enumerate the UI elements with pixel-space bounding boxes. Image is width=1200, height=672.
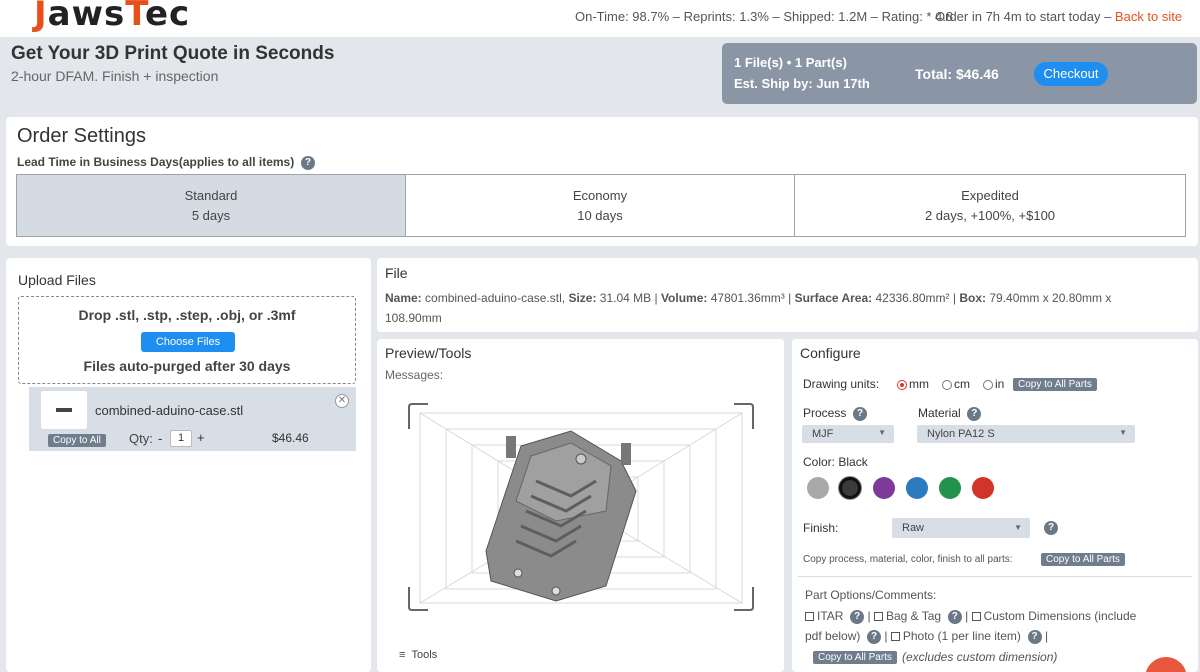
part-options-label: Part Options/Comments: [805, 588, 937, 602]
summary-ship-date: Est. Ship by: Jun 17th [734, 76, 870, 91]
finish-label: Finish: [803, 521, 839, 535]
chevron-down-icon: ▼ [1119, 428, 1127, 437]
file-info-details: Name: combined-aduino-case.stl, Size: 31… [385, 291, 1112, 325]
color-swatch-red[interactable] [972, 477, 994, 499]
part-options-row-2: pdf below) ? | Photo (1 per line item) ?… [805, 629, 1049, 644]
configure-title: Configure [800, 345, 861, 361]
messages-label: Messages: [385, 368, 444, 382]
order-settings-panel: Order Settings Lead Time in Business Day… [6, 117, 1198, 246]
excludes-note: (excludes custom dimension) [902, 650, 1058, 664]
thumbnail-shape [56, 408, 72, 412]
material-label: Material ? [918, 406, 982, 421]
radio-icon [942, 379, 952, 390]
file-info-title: File [385, 265, 408, 281]
help-icon[interactable]: ? [1044, 521, 1058, 535]
checkbox-icon [873, 612, 883, 622]
order-countdown: Order in 7h 4m to start today – Back to … [935, 9, 1183, 24]
dropzone-formats: Drop .stl, .stp, .step, .obj, or .3mf [78, 307, 296, 323]
file-list-item[interactable]: combined-aduino-case.stl ✕ Copy to All Q… [29, 387, 356, 451]
lead-time-label: Lead Time in Business Days(applies to al… [17, 155, 315, 170]
file-thumbnail [41, 391, 87, 429]
itar-checkbox[interactable]: ITAR [805, 609, 843, 623]
bag-tag-checkbox[interactable]: Bag & Tag [873, 609, 941, 623]
qty-label: Qty: [129, 431, 153, 446]
back-to-site-link[interactable]: Back to site [1115, 9, 1182, 24]
help-icon[interactable]: ? [1027, 629, 1042, 644]
preview-title: Preview/Tools [385, 345, 472, 361]
help-icon[interactable]: ? [967, 406, 982, 421]
upload-title: Upload Files [18, 272, 96, 288]
drawing-units-label: Drawing units: [803, 377, 880, 391]
photo-checkbox[interactable]: Photo (1 per line item) [890, 629, 1021, 643]
process-select[interactable]: MJF ▼ [802, 425, 894, 443]
summary-files: 1 File(s) • 1 Part(s) [734, 55, 847, 70]
unit-cm-radio[interactable]: cm [942, 377, 970, 391]
copy-units-to-all-button[interactable]: Copy to All Parts [1013, 378, 1097, 391]
file-price: $46.46 [272, 431, 309, 445]
copy-to-all-button[interactable]: Copy to All [48, 434, 106, 447]
unit-mm-radio[interactable]: mm [897, 377, 929, 391]
color-swatch-black[interactable] [839, 477, 861, 499]
divider [798, 576, 1192, 577]
menu-icon: ≡ [399, 649, 406, 661]
color-swatch-blue[interactable] [906, 477, 928, 499]
custom-dimensions-checkbox[interactable]: Custom Dimensions (include [971, 609, 1136, 623]
help-icon[interactable]: ? [947, 609, 962, 624]
checkbox-icon [971, 612, 981, 622]
material-select[interactable]: Nylon PA12 S ▼ [917, 425, 1135, 443]
logo[interactable]: JawsTec [34, 0, 190, 34]
unit-in-radio[interactable]: in [983, 377, 1004, 391]
purge-notice: Files auto-purged after 30 days [83, 358, 291, 374]
file-info-panel: File Name: combined-aduino-case.stl, Siz… [377, 258, 1198, 332]
page-title: Get Your 3D Print Quote in Seconds [11, 43, 335, 64]
model-shape [485, 430, 637, 602]
lead-option-standard[interactable]: Standard 5 days [16, 174, 406, 237]
checkout-button[interactable]: Checkout [1034, 62, 1108, 86]
file-dropzone[interactable]: Drop .stl, .stp, .step, .obj, or .3mf Ch… [18, 296, 356, 384]
stats-text: On-Time: 98.7% – Reprints: 1.3% – Shippe… [575, 9, 954, 24]
close-icon[interactable]: ✕ [335, 394, 349, 408]
color-swatch-purple[interactable] [873, 477, 895, 499]
chevron-down-icon: ▼ [878, 428, 886, 437]
help-icon[interactable]: ? [853, 406, 868, 421]
choose-files-button[interactable]: Choose Files [141, 332, 235, 352]
model-viewer[interactable] [406, 401, 756, 613]
lead-option-expedited[interactable]: Expedited 2 days, +100%, +$100 [794, 174, 1186, 237]
checkbox-icon [890, 632, 900, 642]
configure-panel: Configure Drawing units: mm cm in Copy t… [792, 339, 1198, 672]
quote-summary: 1 File(s) • 1 Part(s) Est. Ship by: Jun … [722, 43, 1197, 104]
order-settings-title: Order Settings [17, 125, 146, 147]
qty-input[interactable]: 1 [170, 430, 192, 447]
color-swatch-green[interactable] [939, 477, 961, 499]
summary-total: Total: $46.46 [915, 66, 999, 82]
help-icon[interactable]: ? [867, 629, 882, 644]
qty-decrement-button[interactable]: - [158, 431, 162, 446]
process-label: Process ? [803, 406, 868, 421]
part-options-row-1: ITAR ? | Bag & Tag ? | Custom Dimensions… [805, 609, 1136, 624]
help-icon[interactable]: ? [300, 155, 315, 170]
copy-options-to-all-button[interactable]: Copy to All Parts [813, 651, 897, 664]
color-swatch-gray[interactable] [807, 477, 829, 499]
checkbox-icon [805, 612, 814, 622]
color-label: Color: Black [803, 455, 868, 469]
copy-settings-label: Copy process, material, color, finish to… [803, 554, 1013, 565]
radio-icon [983, 379, 993, 390]
lead-option-economy[interactable]: Economy 10 days [405, 174, 795, 237]
page-subtitle: 2-hour DFAM. Finish + inspection [11, 68, 219, 84]
qty-increment-button[interactable]: + [197, 430, 205, 445]
upload-panel: Upload Files Drop .stl, .stp, .step, .ob… [6, 258, 371, 672]
help-icon[interactable]: ? [850, 609, 865, 624]
copy-settings-to-all-button[interactable]: Copy to All Parts [1041, 553, 1125, 566]
preview-panel: Preview/Tools Messages: ≡ Tools [377, 339, 784, 672]
file-name: combined-aduino-case.stl [95, 403, 244, 418]
radio-selected-icon [897, 379, 907, 390]
tools-toggle[interactable]: ≡ Tools [399, 649, 437, 661]
chevron-down-icon: ▼ [1014, 523, 1022, 532]
finish-select[interactable]: Raw ▼ [892, 518, 1030, 538]
